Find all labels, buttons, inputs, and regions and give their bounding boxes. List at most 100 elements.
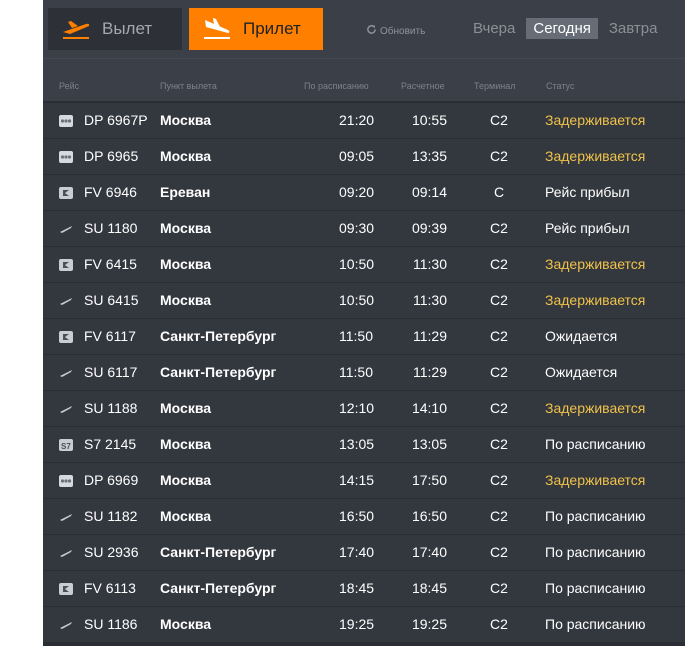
- flight-status: Задерживается: [545, 292, 646, 308]
- scheduled-time: 14:15: [339, 472, 375, 488]
- flight-status: По расписанию: [545, 580, 646, 596]
- day-tomorrow[interactable]: Завтра: [602, 18, 665, 39]
- su-logo-icon: [59, 618, 73, 630]
- column-estimated: Расчетное: [401, 81, 445, 91]
- flight-number: S7 2145: [84, 436, 137, 452]
- flight-number: SU 1180: [84, 220, 138, 236]
- terminal: C2: [490, 508, 508, 524]
- tab-arrival[interactable]: Прилет: [189, 8, 323, 50]
- flight-number: DP 6965: [84, 148, 139, 164]
- flight-status: Рейс прибыл: [545, 220, 630, 236]
- flight-board: Вылет Прилет Обновить Вчера Сегодня Завт…: [43, 0, 685, 646]
- table-row[interactable]: S7 S7 2145 Москва 13:05 13:05 C2 По расписанию: [43, 427, 685, 463]
- flight-number: FV 6415: [84, 256, 137, 272]
- estimated-time: 17:50: [411, 472, 447, 488]
- plane-departure-icon: [60, 16, 92, 42]
- flight-number: SU 1186: [84, 616, 138, 632]
- origin-city: Санкт-Петербург: [160, 580, 277, 596]
- terminal: C2: [490, 364, 508, 380]
- terminal: C2: [490, 580, 508, 596]
- tab-departure[interactable]: Вылет: [48, 8, 182, 50]
- table-row[interactable]: SU 2936 Санкт-Петербург 17:40 17:40 C2 По рас…: [43, 535, 685, 571]
- table-row[interactable]: SU 1188 Москва 12:10 14:10 C2 Задерживается: [43, 391, 685, 427]
- flight-status: Ожидается: [545, 364, 618, 380]
- estimated-time: 19:25: [411, 616, 447, 632]
- scheduled-time: 21:20: [339, 112, 375, 128]
- table-row[interactable]: DP 6965 Москва 09:05 13:35 C2 Задерживается: [43, 139, 685, 175]
- flight-number: FV 6117: [84, 328, 136, 344]
- flight-status: Задерживается: [545, 112, 646, 128]
- estimated-time: 09:14: [411, 184, 447, 200]
- estimated-time: 16:50: [411, 508, 447, 524]
- scheduled-time: 17:40: [339, 544, 375, 560]
- table-row[interactable]: SU 1182 Москва 16:50 16:50 C2 По расписанию: [43, 499, 685, 535]
- flight-number: SU 6117: [84, 364, 138, 380]
- table-row[interactable]: SU 6415 Москва 10:50 11:30 C2 Задерживается: [43, 283, 685, 319]
- flight-status: Задерживается: [545, 148, 646, 164]
- table-row[interactable]: FV 6113 Санкт-Петербург 18:45 18:45 C2 По рас…: [43, 571, 685, 607]
- refresh-icon: [366, 24, 377, 38]
- origin-city: Ереван: [160, 184, 211, 200]
- top-bar: Вылет Прилет Обновить Вчера Сегодня Завт…: [43, 0, 685, 58]
- estimated-time: 13:35: [411, 148, 447, 164]
- table-row[interactable]: FV 6946 Ереван 09:20 09:14 C Рейс прибыл: [43, 175, 685, 211]
- terminal: C2: [490, 112, 508, 128]
- column-flight: Рейс: [59, 81, 80, 91]
- column-scheduled: По расписанию: [304, 81, 369, 91]
- su-logo-icon: [59, 546, 73, 558]
- table-row[interactable]: DP 6967P Москва 21:20 10:55 C2 Задерживается: [43, 103, 685, 139]
- scheduled-time: 10:50: [339, 292, 375, 308]
- flight-number: SU 2936: [84, 544, 139, 560]
- estimated-time: 11:30: [413, 256, 447, 272]
- estimated-time: 11:29: [413, 328, 447, 344]
- terminal: C2: [490, 472, 508, 488]
- day-yesterday[interactable]: Вчера: [466, 18, 522, 39]
- table-row[interactable]: FV 6415 Москва 10:50 11:30 C2 Задерживается: [43, 247, 685, 283]
- table-row[interactable]: SU 1186 Москва 19:25 19:25 C2 По расписанию: [43, 607, 685, 643]
- origin-city: Москва: [160, 616, 212, 632]
- svg-text:S7: S7: [61, 442, 71, 451]
- flight-status: Ожидается: [545, 328, 618, 344]
- origin-city: Москва: [160, 436, 212, 452]
- terminal: C2: [490, 220, 508, 236]
- scheduled-time: 13:05: [339, 436, 375, 452]
- flight-status: Задерживается: [545, 256, 646, 272]
- terminal: C2: [490, 256, 508, 272]
- origin-city: Москва: [160, 508, 212, 524]
- table-header: Рейс Пункт вылета По расписанию Расчетно…: [43, 58, 685, 101]
- su-logo-icon: [59, 366, 73, 378]
- scheduled-time: 16:50: [339, 508, 375, 524]
- table-row[interactable]: FV 6117 Санкт-Петербург 11:50 11:29 C2 Ожидае…: [43, 319, 685, 355]
- origin-city: Москва: [160, 112, 212, 128]
- origin-city: Санкт-Петербург: [160, 364, 277, 380]
- flight-status: По расписанию: [545, 508, 646, 524]
- fv-logo-icon: [59, 186, 73, 199]
- terminal: C2: [490, 148, 508, 164]
- plane-arrival-icon: [201, 16, 233, 42]
- flight-number: DP 6969: [84, 472, 139, 488]
- su-logo-icon: [59, 294, 73, 306]
- origin-city: Санкт-Петербург: [160, 328, 277, 344]
- flight-number: SU 1182: [84, 508, 138, 524]
- table-row[interactable]: SU 6117 Санкт-Петербург 11:50 11:29 C2 Ожидае…: [43, 355, 685, 391]
- terminal: C2: [490, 292, 508, 308]
- flight-list: DP 6967P Москва 21:20 10:55 C2 Задерживается D…: [43, 103, 685, 643]
- scheduled-time: 12:10: [339, 400, 375, 416]
- column-origin: Пункт вылета: [160, 81, 217, 91]
- scheduled-time: 18:45: [339, 580, 375, 596]
- refresh-button[interactable]: Обновить: [366, 24, 425, 38]
- scheduled-time: 09:20: [339, 184, 375, 200]
- day-today[interactable]: Сегодня: [526, 18, 598, 39]
- origin-city: Москва: [160, 256, 212, 272]
- flight-status: Рейс прибыл: [545, 184, 630, 200]
- table-row[interactable]: SU 1180 Москва 09:30 09:39 C2 Рейс прибыл: [43, 211, 685, 247]
- estimated-time: 13:05: [411, 436, 447, 452]
- origin-city: Москва: [160, 292, 212, 308]
- flight-status: Задерживается: [545, 400, 646, 416]
- flight-number: FV 6946: [84, 184, 137, 200]
- dp-logo-icon: [59, 474, 73, 487]
- terminal: C2: [490, 400, 508, 416]
- table-row[interactable]: DP 6969 Москва 14:15 17:50 C2 Задерживается: [43, 463, 685, 499]
- estimated-time: 18:45: [411, 580, 447, 596]
- terminal: C2: [490, 616, 508, 632]
